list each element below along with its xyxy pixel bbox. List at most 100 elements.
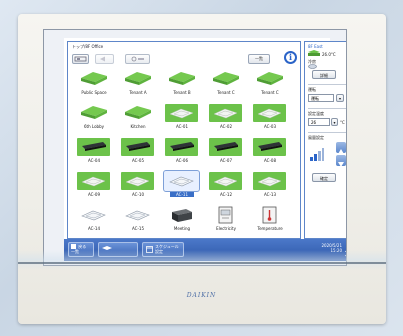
cassette-unit-icon xyxy=(120,205,155,225)
cassette-unit-icon xyxy=(208,171,243,191)
wall-unit-icon xyxy=(208,137,243,157)
unit-label: Kitchen xyxy=(130,124,146,129)
control-panel: 8F East 26.0°C 冷房 詳細 運転 運転 ▾ 設定温度 26 ▾ °… xyxy=(304,41,346,239)
divider xyxy=(308,108,346,109)
room-temperature: 26.0°C xyxy=(322,52,336,57)
unit-label: Meeting xyxy=(173,226,191,231)
unit-tile[interactable]: AC-03 xyxy=(248,103,292,136)
chevron-down-icon: ▾ xyxy=(333,120,336,125)
unit-label: AC-07 xyxy=(220,158,232,163)
unit-tile[interactable]: AC-14 xyxy=(72,205,116,238)
zoom-button[interactable] xyxy=(125,54,150,64)
unit-label: AC-10 xyxy=(132,192,144,197)
ventilation-unit-icon xyxy=(164,205,199,225)
unit-label: Public Space xyxy=(81,90,107,95)
bezel-line xyxy=(18,262,386,264)
unit-tile[interactable]: AC-04 xyxy=(72,137,116,170)
unit-tile[interactable]: AC-15 xyxy=(116,205,160,238)
unit-label: AC-03 xyxy=(264,124,276,129)
cassette-unit-icon xyxy=(120,171,155,191)
unit-label: AC-06 xyxy=(176,158,188,163)
ceiling-unit-icon xyxy=(252,69,287,89)
unit-tile[interactable]: Kitchen xyxy=(116,103,160,136)
chevron-down-icon: ▾ xyxy=(338,96,341,101)
divider xyxy=(308,84,346,85)
unit-panel: トップ/8F Office 一覧 i Public Space Tenant A… xyxy=(67,41,301,239)
unit-label: 6th Lobby xyxy=(84,124,104,129)
unit-label: AC-11 xyxy=(170,192,194,197)
electricity-meter-icon xyxy=(208,205,243,225)
unit-label: AC-04 xyxy=(88,158,100,163)
unit-tile[interactable]: Tenant C xyxy=(204,69,248,102)
unit-tile[interactable]: AC-08 xyxy=(248,137,292,170)
unit-label: AC-02 xyxy=(220,124,232,129)
ceiling-unit-icon xyxy=(76,103,111,123)
unit-tile[interactable]: AC-11 xyxy=(160,170,204,204)
info-icon: i xyxy=(288,52,293,62)
ok-button[interactable]: 確定 xyxy=(312,173,336,182)
zoom-icon xyxy=(131,56,144,62)
unit-tile[interactable]: AC-12 xyxy=(204,171,248,204)
unit-tile[interactable]: 6th Lobby xyxy=(72,103,116,136)
unit-tile[interactable]: AC-09 xyxy=(72,171,116,204)
unit-tile[interactable]: Tenant A xyxy=(116,69,160,102)
arrow-left-icon xyxy=(100,56,105,62)
unit-tile[interactable]: Tenant C xyxy=(248,69,292,102)
fan-up-button[interactable] xyxy=(336,142,346,154)
cassette-unit-icon xyxy=(163,170,200,192)
unit-label: AC-13 xyxy=(264,192,276,197)
unit-label: Electricity xyxy=(216,226,236,231)
arrow-down-icon xyxy=(338,162,344,167)
wall-unit-icon xyxy=(252,137,287,157)
area-label: 8F East xyxy=(308,44,323,49)
back-button[interactable] xyxy=(95,54,114,64)
layout-view-icon xyxy=(74,56,87,62)
ceiling-unit-icon xyxy=(76,69,111,89)
operation-select[interactable]: 運転 xyxy=(308,94,334,102)
layout-view-button[interactable] xyxy=(72,54,89,64)
unit-label: Tenant B xyxy=(173,90,191,95)
screen-glare xyxy=(18,250,386,270)
unit-tile[interactable]: Tenant B xyxy=(160,69,204,102)
ok-button-label: 確定 xyxy=(320,176,328,181)
operation-dropdown-button[interactable]: ▾ xyxy=(336,94,344,102)
setpoint-field[interactable]: 26 xyxy=(308,118,330,126)
cool-mode-icon xyxy=(308,64,317,69)
fan-down-button[interactable] xyxy=(336,155,346,167)
operation-value: 運転 xyxy=(311,96,319,101)
unit-label: AC-15 xyxy=(132,226,144,231)
unit-tile[interactable]: Temperature xyxy=(248,205,292,238)
ceiling-unit-icon xyxy=(120,69,155,89)
unit-label: AC-08 xyxy=(264,158,276,163)
unit-tile[interactable]: AC-06 xyxy=(160,137,204,170)
unit-status-icon xyxy=(308,50,320,56)
wall-unit-icon xyxy=(164,137,199,157)
list-view-label: 一覧 xyxy=(255,56,263,61)
setpoint-dropdown-button[interactable]: ▾ xyxy=(331,118,338,126)
list-view-button[interactable]: 一覧 xyxy=(248,54,270,64)
unit-tile[interactable]: AC-07 xyxy=(204,137,248,170)
unit-tile[interactable]: AC-05 xyxy=(116,137,160,170)
info-button[interactable]: i xyxy=(284,51,297,64)
unit-tile[interactable]: AC-02 xyxy=(204,103,248,136)
unit-tile[interactable]: AC-01 xyxy=(160,103,204,136)
ceiling-unit-icon xyxy=(208,69,243,89)
unit-label: Temperature xyxy=(257,226,283,231)
cassette-unit-icon xyxy=(76,205,111,225)
unit-tile[interactable]: Public Space xyxy=(72,69,116,102)
detail-button[interactable]: 詳細 xyxy=(312,70,336,79)
unit-tile[interactable]: AC-10 xyxy=(116,171,160,204)
fan-speed-icon xyxy=(310,148,324,161)
ceiling-unit-icon xyxy=(120,103,155,123)
unit-tile[interactable]: AC-13 xyxy=(248,171,292,204)
cassette-unit-icon xyxy=(164,103,199,123)
cassette-unit-icon xyxy=(208,103,243,123)
setpoint-label: 設定温度 xyxy=(308,111,324,116)
unit-label: Tenant C xyxy=(261,90,279,95)
unit-label: AC-09 xyxy=(88,192,100,197)
unit-tile[interactable]: Electricity xyxy=(204,205,248,238)
unit-label: AC-12 xyxy=(220,192,232,197)
unit-label: AC-05 xyxy=(132,158,144,163)
unit-tile[interactable]: Meeting xyxy=(160,205,204,238)
unit-label: Tenant A xyxy=(129,90,147,95)
